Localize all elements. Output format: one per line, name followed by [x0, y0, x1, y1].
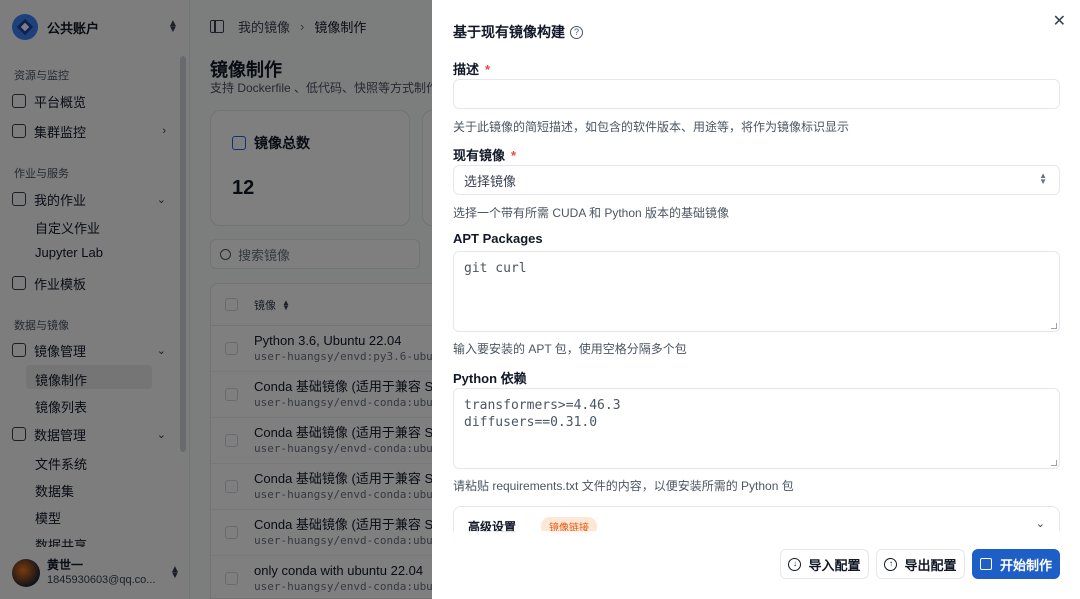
description-input[interactable]	[453, 79, 1060, 109]
label-text: 描述	[453, 62, 480, 77]
resize-handle[interactable]	[1051, 323, 1057, 329]
help-icon[interactable]: ?	[570, 25, 583, 39]
label-text: 现有镜像	[453, 148, 506, 163]
import-icon: ↓	[788, 557, 802, 571]
chevron-down-icon: ⌄	[1035, 518, 1045, 530]
export-button[interactable]: ↑ 导出配置	[876, 549, 965, 579]
description-label: 描述 *	[453, 59, 490, 78]
base-image-select[interactable]: 选择镜像 ▲ ▼	[453, 165, 1060, 195]
resize-handle[interactable]	[1051, 460, 1057, 466]
drawer-title-text: 基于现有镜像构建	[453, 24, 565, 40]
select-placeholder: 选择镜像	[464, 173, 517, 189]
apt-textarea[interactable]: git curl	[453, 251, 1060, 332]
python-label: Python 依赖	[453, 371, 527, 386]
python-help: 请粘贴 requirements.txt 文件的内容，以便安装所需的 Pytho…	[453, 479, 794, 493]
apt-label: APT Packages	[453, 231, 543, 246]
drawer-title: 基于现有镜像构建 ?	[453, 22, 583, 42]
export-icon: ↑	[884, 557, 898, 571]
close-icon[interactable]: ✕	[1053, 11, 1066, 31]
import-button[interactable]: ↓ 导入配置	[780, 549, 869, 579]
apt-help: 输入要安装的 APT 包，使用空格分隔多个包	[453, 342, 687, 356]
build-drawer: 基于现有镜像构建 ? ✕ 描述 * 关于此镜像的简短描述，如包含的软件版本、用途等…	[432, 0, 1080, 599]
modal-overlay[interactable]	[0, 0, 432, 599]
cube-icon	[979, 558, 992, 570]
apt-value: git curl	[464, 261, 527, 276]
required-mark: *	[511, 148, 517, 163]
button-label: 导入配置	[808, 557, 861, 573]
chevron-updown-icon: ▲▼	[1039, 171, 1047, 186]
button-label: 开始制作	[999, 557, 1052, 573]
python-value: transformers>=4.46.3 diffusers==0.31.0	[464, 398, 621, 430]
description-help: 关于此镜像的简短描述，如包含的软件版本、用途等，将作为镜像标识显示	[453, 120, 850, 134]
required-mark: *	[485, 62, 491, 77]
base-image-label: 现有镜像 *	[453, 145, 516, 164]
base-image-help: 选择一个带有所需 CUDA 和 Python 版本的基础镜像	[453, 206, 730, 220]
button-label: 导出配置	[904, 557, 957, 573]
python-textarea[interactable]: transformers>=4.46.3 diffusers==0.31.0	[453, 388, 1060, 469]
start-build-button[interactable]: 开始制作	[972, 549, 1060, 579]
